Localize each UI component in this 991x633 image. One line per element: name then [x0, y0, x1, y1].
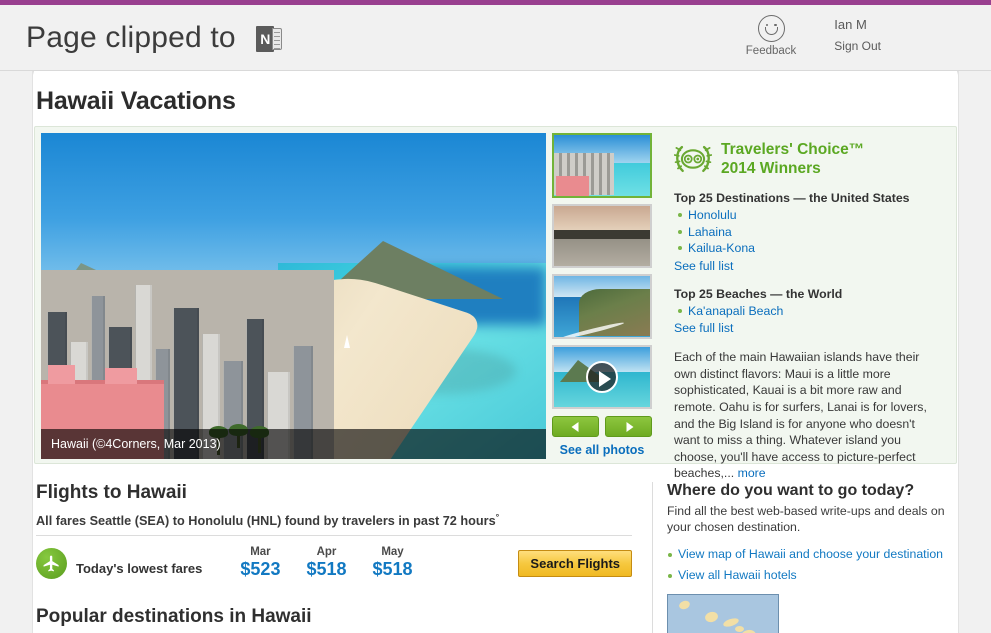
fare-price[interactable]: $523: [240, 559, 280, 580]
list-item[interactable]: Ka'anapali Beach: [676, 303, 944, 320]
list-item[interactable]: View map of Hawaii and choose your desti…: [667, 544, 957, 565]
flights-subtitle: All fares Seattle (SEA) to Honolulu (HNL…: [36, 512, 634, 528]
fare-month-0: Mar $523: [240, 546, 280, 580]
tc-beach-list: Ka'anapali Beach: [676, 303, 944, 320]
fare-month-name: Apr: [316, 546, 337, 559]
clipped-page-preview: Hawaii Vacations Hawaii (©4Corners, Mar …: [0, 71, 991, 633]
gallery-nav: [552, 416, 656, 437]
hero-image[interactable]: Hawaii (©4Corners, Mar 2013): [41, 133, 546, 459]
fare-month-name: Mar: [250, 546, 271, 559]
see-full-list-link-0[interactable]: See full list: [674, 258, 733, 275]
thumbnail-4-video[interactable]: [552, 344, 652, 409]
fare-price[interactable]: $518: [373, 559, 413, 580]
see-full-list-link-1[interactable]: See full list: [674, 320, 733, 337]
hawaii-map-thumbnail[interactable]: [667, 594, 779, 633]
smiley-icon: [757, 15, 785, 42]
where-to-go-description: Find all the best web-based write-ups an…: [667, 504, 945, 534]
play-icon: [586, 360, 618, 393]
list-item[interactable]: Honolulu: [676, 207, 944, 224]
flights-subtitle-text: All fares Seattle (SEA) to Honolulu (HNL…: [36, 514, 496, 529]
hero-panel: Hawaii (©4Corners, Mar 2013) See all pho…: [34, 126, 957, 480]
travelers-choice-description: Each of the main Hawaiian islands have t…: [674, 349, 944, 482]
thumbnail-1[interactable]: [552, 133, 652, 198]
flights-column: Flights to Hawaii All fares Seattle (SEA…: [34, 482, 652, 633]
list-item[interactable]: Lahaina: [676, 224, 944, 241]
sailboat-shape: [344, 335, 350, 349]
where-to-go-links: View map of Hawaii and choose your desti…: [667, 544, 957, 586]
page-content: Hawaii Vacations Hawaii (©4Corners, Mar …: [34, 71, 957, 633]
gallery-next-button[interactable]: [605, 416, 652, 437]
hero-caption: Hawaii (©4Corners, Mar 2013): [41, 429, 546, 459]
page-gutter-left: [0, 71, 33, 633]
page-title: Hawaii Vacations: [36, 87, 236, 115]
fare-month-name: May: [381, 546, 404, 559]
thumbnail-2[interactable]: [552, 203, 652, 268]
fare-month-1: Apr $518: [306, 546, 346, 580]
tc-section-heading-0: Top 25 Destinations — the United States: [674, 191, 910, 206]
tc-description-text: Each of the main Hawaiian islands have t…: [674, 350, 927, 481]
sign-out-link[interactable]: Sign Out: [834, 39, 881, 53]
popular-destinations-title: Popular destinations in Hawaii: [36, 606, 312, 628]
feedback-button[interactable]: Feedback: [745, 13, 797, 57]
search-flights-button[interactable]: Search Flights: [518, 550, 632, 578]
fare-month-2: May $518: [373, 546, 413, 580]
fare-price[interactable]: $518: [306, 559, 346, 580]
flights-subtitle-footnote: °: [495, 512, 500, 522]
tripadvisor-owl-icon: [674, 145, 712, 173]
clipper-title-text: Page clipped to: [26, 20, 236, 54]
list-item[interactable]: View all Hawaii hotels: [667, 565, 957, 586]
airplane-icon: [36, 548, 67, 580]
fares-row: Today's lowest fares Mar $523 Apr $518 M…: [34, 536, 634, 580]
travelers-choice-title-2: 2014 Winners: [721, 159, 821, 177]
clipper-header: Page clipped to Feedback Ian M Sign Out: [0, 5, 991, 71]
onenote-icon: [256, 25, 283, 52]
see-all-photos-link[interactable]: See all photos: [552, 443, 652, 457]
lowest-fares-label: Today's lowest fares: [76, 561, 203, 577]
list-item[interactable]: Kailua-Kona: [676, 240, 944, 257]
thumbnail-3[interactable]: [552, 274, 652, 339]
tc-destination-list: Honolulu Lahaina Kailua-Kona: [676, 207, 944, 257]
flights-title: Flights to Hawaii: [36, 482, 187, 503]
travelers-choice-title-1: Travelers' Choice™: [721, 141, 865, 158]
where-to-go-column: Where do you want to go today? Find all …: [652, 482, 957, 633]
clipper-title-group: Page clipped to: [26, 20, 283, 55]
gallery-prev-button[interactable]: [552, 416, 599, 437]
lower-columns: Flights to Hawaii All fares Seattle (SEA…: [34, 482, 957, 633]
thumbnail-gallery: See all photos: [552, 133, 656, 457]
page-gutter-right: [958, 71, 991, 633]
where-to-go-title: Where do you want to go today?: [667, 482, 915, 499]
travelers-choice-panel: Travelers' Choice™ 2014 Winners Top 25 D…: [664, 133, 950, 480]
more-link[interactable]: more: [738, 466, 766, 480]
tc-section-heading-1: Top 25 Beaches — the World: [674, 286, 843, 301]
account-block: Ian M Sign Out: [834, 13, 881, 53]
header-actions: Feedback Ian M Sign Out: [746, 13, 881, 57]
account-name: Ian M: [834, 17, 867, 32]
feedback-label: Feedback: [745, 45, 797, 57]
travelers-choice-header: Travelers' Choice™ 2014 Winners: [674, 141, 944, 178]
